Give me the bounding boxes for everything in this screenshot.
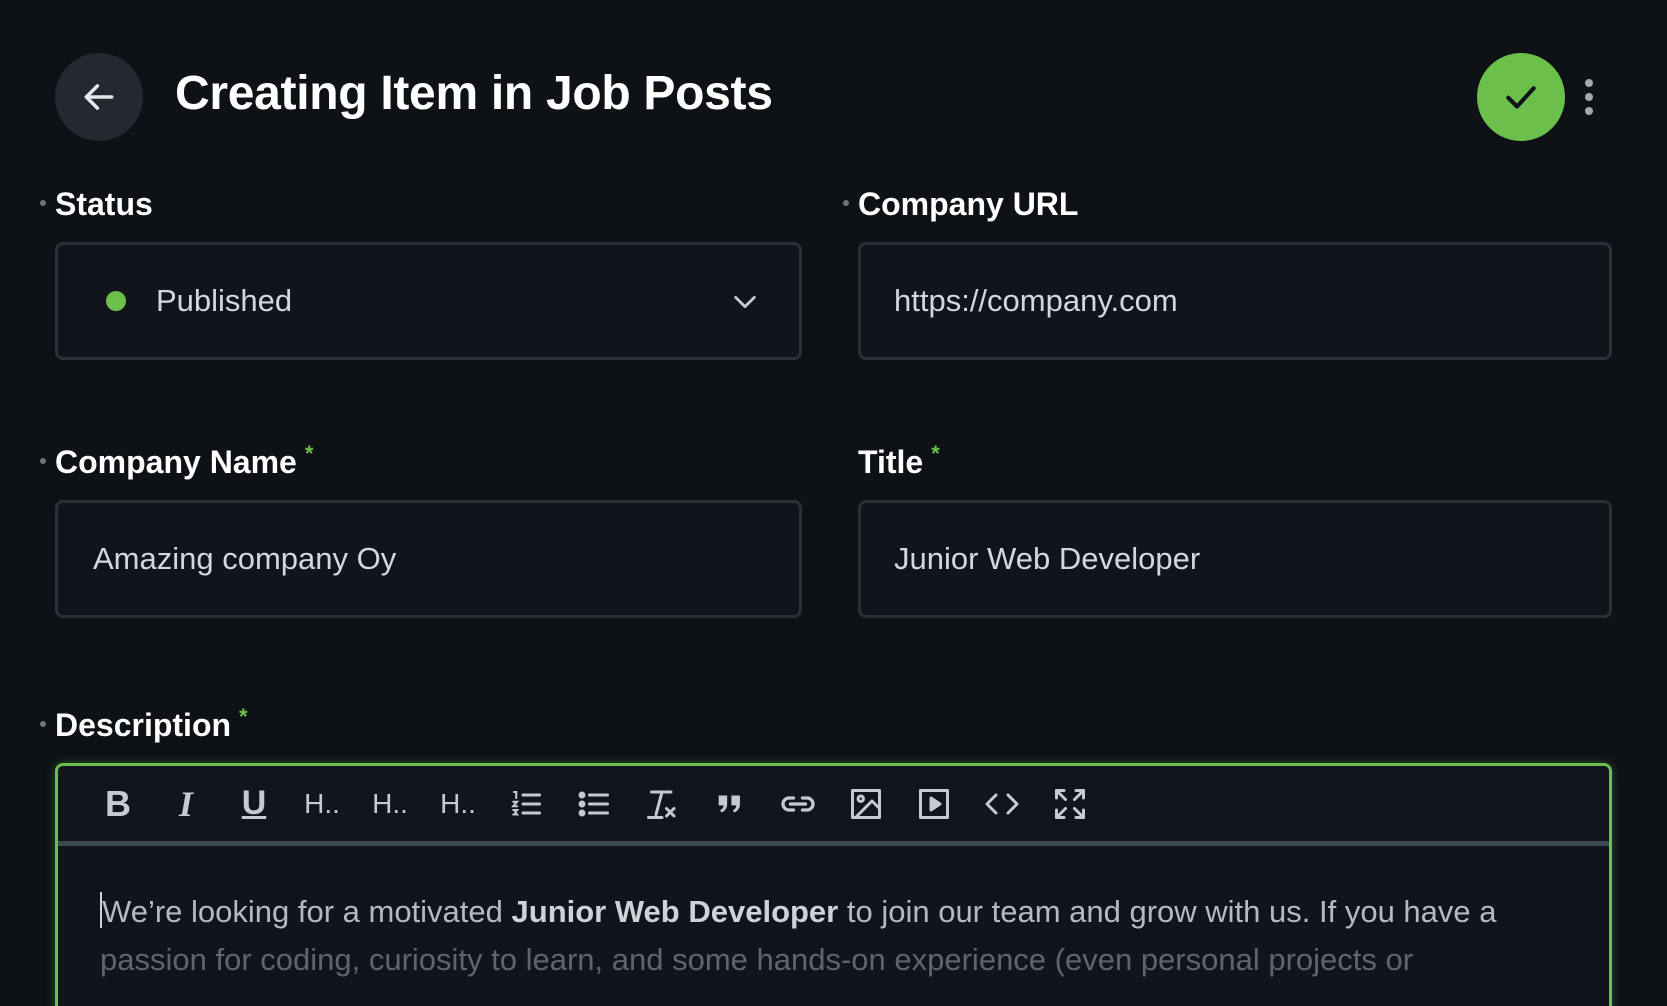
link-button[interactable] xyxy=(773,779,823,829)
heading-3-button[interactable]: H.. xyxy=(433,779,483,829)
status-label: Status xyxy=(40,186,153,223)
field-marker xyxy=(40,458,46,464)
company-url-label: Company URL xyxy=(843,186,1078,223)
editor-content[interactable]: We’re looking for a motivated Junior Web… xyxy=(58,846,1609,984)
title-label: Title * xyxy=(858,441,940,480)
italic-button[interactable]: I xyxy=(161,779,211,829)
editor-line-2: passion for coding, curiosity to learn, … xyxy=(100,942,1414,977)
editor-line-1: We’re looking for a motivated Junior Web… xyxy=(100,892,1497,929)
company-name-input[interactable]: Amazing company Oy xyxy=(55,500,802,618)
page-title: Creating Item in Job Posts xyxy=(175,67,773,120)
title-value: Junior Web Developer xyxy=(894,541,1201,576)
video-icon xyxy=(919,788,949,819)
company-name-label: Company Name * xyxy=(40,441,314,481)
clear-format-icon xyxy=(647,790,676,819)
required-marker: * xyxy=(239,704,248,729)
company-url-value: https://company.com xyxy=(894,283,1178,318)
fullscreen-icon xyxy=(1055,788,1085,819)
field-marker xyxy=(40,721,46,727)
status-indicator xyxy=(106,291,126,311)
back-button[interactable] xyxy=(55,53,143,141)
quote-button[interactable] xyxy=(705,779,755,829)
editor-toolbar: B I U H.. H.. H.. xyxy=(58,766,1609,846)
bullet-list-button[interactable] xyxy=(569,779,619,829)
bold-button[interactable]: B xyxy=(93,779,143,829)
page-header: Creating Item in Job Posts xyxy=(0,0,1667,160)
arrow-left-icon xyxy=(84,84,114,110)
video-button[interactable] xyxy=(909,779,959,829)
status-select[interactable]: Published xyxy=(55,242,802,360)
heading-1-button[interactable]: H.. xyxy=(297,779,347,829)
ordered-list-button[interactable] xyxy=(501,779,551,829)
clear-format-button[interactable] xyxy=(637,779,687,829)
more-options-button[interactable] xyxy=(1578,74,1600,120)
company-name-value: Amazing company Oy xyxy=(93,541,397,576)
status-value: Published xyxy=(156,283,293,318)
chevron-down-icon xyxy=(734,295,756,309)
required-marker: * xyxy=(931,441,940,466)
save-button[interactable] xyxy=(1477,53,1565,141)
check-icon xyxy=(1506,86,1536,109)
field-marker xyxy=(843,200,849,206)
company-url-input[interactable]: https://company.com xyxy=(858,242,1612,360)
image-icon xyxy=(851,788,881,819)
fullscreen-button[interactable] xyxy=(1045,779,1095,829)
field-marker xyxy=(40,200,46,206)
link-icon xyxy=(781,795,815,812)
more-vertical-icon xyxy=(1585,79,1593,87)
quote-icon xyxy=(718,795,740,812)
required-marker: * xyxy=(304,441,314,466)
image-button[interactable] xyxy=(841,779,891,829)
code-icon xyxy=(985,793,1019,814)
description-label: Description * xyxy=(40,704,248,744)
code-button[interactable] xyxy=(977,779,1027,829)
ordered-list-icon xyxy=(511,790,541,816)
heading-2-button[interactable]: H.. xyxy=(365,779,415,829)
underline-button[interactable]: U xyxy=(229,779,279,829)
description-editor[interactable]: B I U H.. H.. H.. We’re looking for a mo… xyxy=(55,763,1612,1006)
bullet-list-icon xyxy=(578,791,609,816)
title-input[interactable]: Junior Web Developer xyxy=(858,500,1612,618)
